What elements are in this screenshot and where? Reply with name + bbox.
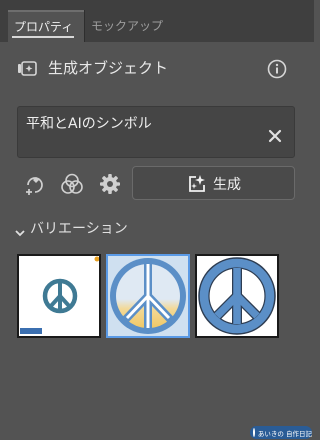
panel-title: 生成オブジェクト [48, 59, 169, 77]
color-circles-icon[interactable] [60, 172, 84, 196]
variation-thumbnail-2[interactable] [106, 254, 190, 338]
generate-button[interactable]: 生成 [132, 166, 295, 200]
peace-sign-outline-image [198, 257, 276, 335]
variations-label: バリエーション [30, 221, 128, 237]
chevron-down-icon [14, 223, 26, 237]
active-tab-underline [12, 36, 74, 38]
tab-properties-label: プロパティ [14, 20, 74, 34]
reference-style-icon[interactable] [23, 172, 47, 196]
watermark-logo-icon [253, 428, 255, 437]
info-icon[interactable] [266, 58, 288, 80]
close-icon[interactable] [267, 128, 283, 144]
gear-icon[interactable] [98, 172, 122, 196]
watermark-badge: あいきの 自作日記 [250, 426, 312, 439]
panel-header: 生成オブジェクト [0, 50, 314, 84]
variation-thumbnail-3[interactable] [195, 254, 279, 338]
generative-object-icon [17, 58, 39, 78]
variation-thumbnail-1[interactable] [17, 254, 101, 338]
tab-mockup-label: モックアップ [91, 19, 164, 33]
prompt-text: 平和とAIのシンボル [26, 116, 152, 132]
watermark-text: あいきの 自作日記 [257, 429, 312, 438]
generate-sparkle-icon [187, 174, 207, 194]
peace-sign-simple-image [20, 256, 99, 334]
prompt-input[interactable]: 平和とAIのシンボル [17, 106, 295, 158]
generate-button-label: 生成 [213, 177, 241, 193]
peace-sign-gradient-image [108, 256, 188, 336]
tab-mockup[interactable]: モックアップ [84, 10, 164, 42]
tab-bar: プロパティ モックアップ [0, 0, 314, 42]
